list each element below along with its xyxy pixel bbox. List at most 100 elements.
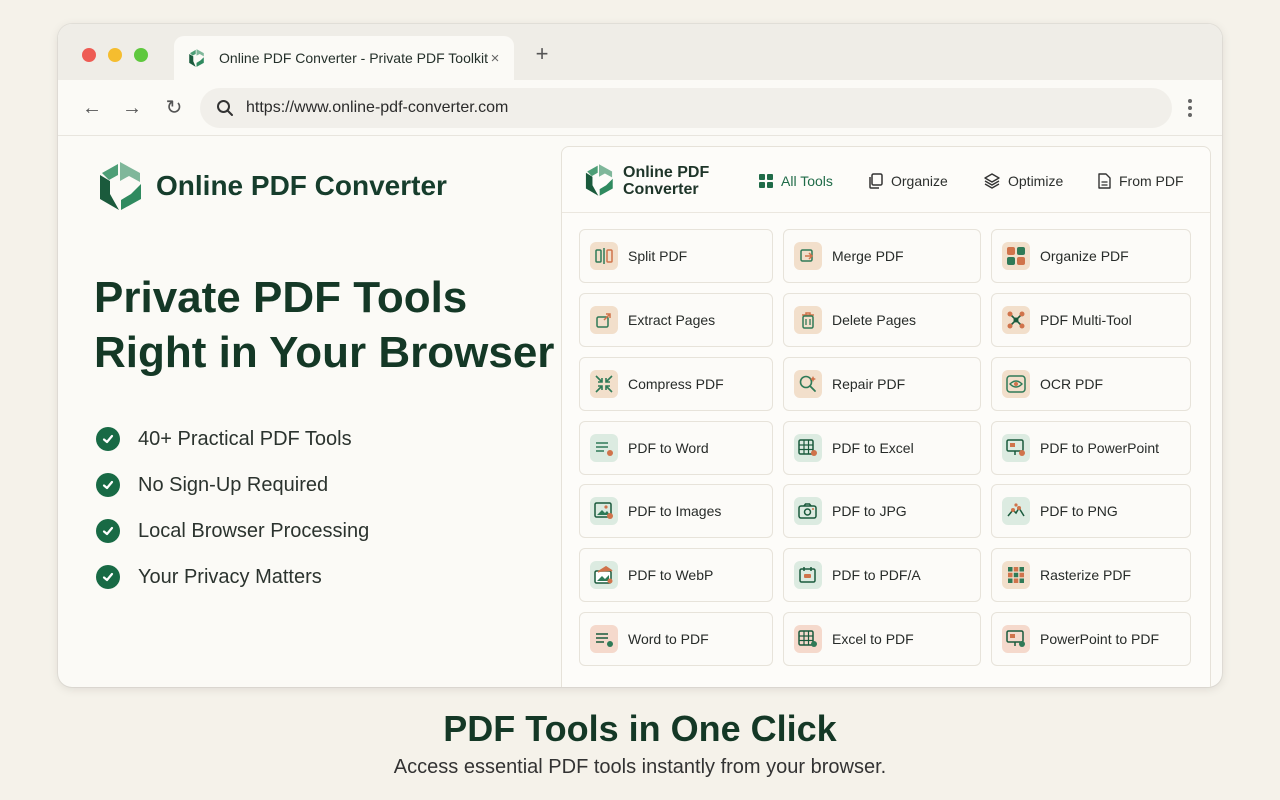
check-icon xyxy=(96,427,120,451)
reload-button[interactable]: ↻ xyxy=(162,96,186,120)
tool-pdf-to-images[interactable]: PDF to Images xyxy=(579,484,773,538)
tool-pdf-to-pdfa[interactable]: PDF to PDF/A xyxy=(783,548,981,602)
footer-subtitle: Access essential PDF tools instantly fro… xyxy=(393,756,887,778)
tab-title: Online PDF Converter - Private PDF Toolk… xyxy=(219,50,488,66)
tool-label: Organize PDF xyxy=(1040,248,1129,264)
organize-icon xyxy=(1002,242,1030,270)
tool-label: PDF to JPG xyxy=(832,503,907,519)
grid-icon xyxy=(759,174,773,188)
tool-pdf-multi-tool[interactable]: PDF Multi-Tool xyxy=(991,293,1191,347)
tool-pdf-to-jpg[interactable]: PDF to JPG xyxy=(783,484,981,538)
tool-extract-pages[interactable]: Extract Pages xyxy=(579,293,773,347)
menu-dot xyxy=(1188,113,1192,117)
tool-rasterize-pdf[interactable]: Rasterize PDF xyxy=(991,548,1191,602)
tool-pdf-to-webp[interactable]: PDF to WebP xyxy=(579,548,773,602)
tool-label: PDF to Word xyxy=(628,440,709,456)
tool-split-pdf[interactable]: Split PDF xyxy=(579,229,773,283)
tab-label: Organize xyxy=(891,173,948,189)
feature-text: Local Browser Processing xyxy=(138,519,370,542)
copy-icon xyxy=(869,173,883,189)
logo-icon xyxy=(189,49,204,67)
tool-label: Split PDF xyxy=(628,248,688,264)
word-icon xyxy=(590,625,618,653)
tool-label: PDF to Images xyxy=(628,503,722,519)
trash-icon xyxy=(794,306,822,334)
close-tab-icon[interactable]: × xyxy=(488,50,502,67)
menu-dot xyxy=(1188,99,1192,103)
tool-powerpoint-to-pdf[interactable]: PowerPoint to PDF xyxy=(991,612,1191,666)
tool-label: PDF Multi-Tool xyxy=(1040,312,1132,328)
tool-label: PDF to PNG xyxy=(1040,503,1118,519)
webp-icon xyxy=(590,561,618,589)
tool-pdf-to-excel[interactable]: PDF to Excel xyxy=(783,421,981,475)
compress-icon xyxy=(590,370,618,398)
tool-label: Excel to PDF xyxy=(832,631,914,647)
tool-pdf-to-png[interactable]: PDF to PNG xyxy=(991,484,1191,538)
tool-label: Compress PDF xyxy=(628,376,724,392)
check-icon xyxy=(96,565,120,589)
split-icon xyxy=(590,242,618,270)
excel-icon xyxy=(794,434,822,462)
tool-label: OCR PDF xyxy=(1040,376,1103,392)
extract-icon xyxy=(590,306,618,334)
camera-icon xyxy=(794,497,822,525)
tool-label: Delete Pages xyxy=(832,312,917,328)
feature-item: 40+ Practical PDF Tools xyxy=(96,416,369,462)
tool-label: Merge PDF xyxy=(832,248,904,264)
tab-from-pdf[interactable]: From PDF xyxy=(1098,171,1184,191)
tab-organize[interactable]: Organize xyxy=(869,171,948,191)
minimize-window-button[interactable] xyxy=(108,48,122,62)
tool-label: Rasterize PDF xyxy=(1040,567,1132,583)
image-icon xyxy=(590,497,618,525)
tab-bar: Online PDF Converter - Private PDF Toolk… xyxy=(58,24,1222,80)
tool-label: PDF to Excel xyxy=(832,440,914,456)
panel-brand-line-2: Converter xyxy=(623,181,699,198)
tool-repair-pdf[interactable]: Repair PDF xyxy=(783,357,981,411)
pdfa-icon xyxy=(794,561,822,589)
tool-organize-pdf[interactable]: Organize PDF xyxy=(991,229,1191,283)
url-input[interactable] xyxy=(246,99,1172,117)
ocr-icon xyxy=(1002,370,1030,398)
feature-list: 40+ Practical PDF Tools No Sign-Up Requi… xyxy=(96,416,369,600)
tool-label: PDF to WebP xyxy=(628,567,714,583)
extension-panel: Online PDF Converter All Tools Organize xyxy=(561,146,1211,687)
search-icon xyxy=(217,100,233,116)
tab-label: From PDF xyxy=(1119,173,1184,189)
tool-compress-pdf[interactable]: Compress PDF xyxy=(579,357,773,411)
panel-header: Online PDF Converter All Tools Organize xyxy=(562,147,1210,213)
png-icon xyxy=(1002,497,1030,525)
browser-tab[interactable]: Online PDF Converter - Private PDF Toolk… xyxy=(174,36,514,80)
word-icon xyxy=(590,434,618,462)
new-tab-button[interactable]: + xyxy=(530,42,554,66)
tool-merge-pdf[interactable]: Merge PDF xyxy=(783,229,981,283)
browser-menu-button[interactable] xyxy=(1182,96,1198,120)
tool-label: Word to PDF xyxy=(628,631,709,647)
close-window-button[interactable] xyxy=(82,48,96,62)
feature-item: No Sign-Up Required xyxy=(96,462,369,508)
panel-logo-icon xyxy=(585,164,613,196)
tool-label: PowerPoint to PDF xyxy=(1040,631,1160,647)
feature-item: Your Privacy Matters xyxy=(96,554,369,600)
tool-excel-to-pdf[interactable]: Excel to PDF xyxy=(783,612,981,666)
tool-pdf-to-powerpoint[interactable]: PDF to PowerPoint xyxy=(991,421,1191,475)
tool-ocr-pdf[interactable]: OCR PDF xyxy=(991,357,1191,411)
footer-title: PDF Tools in One Click xyxy=(443,708,837,749)
hero-title-line-1: Private PDF Tools xyxy=(94,273,468,322)
forward-button[interactable]: → xyxy=(120,96,144,120)
tab-all-tools[interactable]: All Tools xyxy=(759,171,833,191)
tab-optimize[interactable]: Optimize xyxy=(984,171,1063,191)
feature-text: No Sign-Up Required xyxy=(138,473,329,496)
tool-pdf-to-word[interactable]: PDF to Word xyxy=(579,421,773,475)
address-bar[interactable] xyxy=(200,88,1172,128)
browser-window: Online PDF Converter - Private PDF Toolk… xyxy=(58,24,1222,687)
hero-title-line-2: Right in Your Browser xyxy=(94,328,555,377)
back-button[interactable]: ← xyxy=(80,96,104,120)
tool-word-to-pdf[interactable]: Word to PDF xyxy=(579,612,773,666)
panel-brand-line-1: Online PDF xyxy=(623,164,710,181)
maximize-window-button[interactable] xyxy=(134,48,148,62)
powerpoint-icon xyxy=(1002,434,1030,462)
tab-label: Optimize xyxy=(1008,173,1064,189)
panel-brand-name: Online PDF Converter xyxy=(623,164,709,198)
tool-label: PDF to PDF/A xyxy=(832,567,921,583)
tool-delete-pages[interactable]: Delete Pages xyxy=(783,293,981,347)
